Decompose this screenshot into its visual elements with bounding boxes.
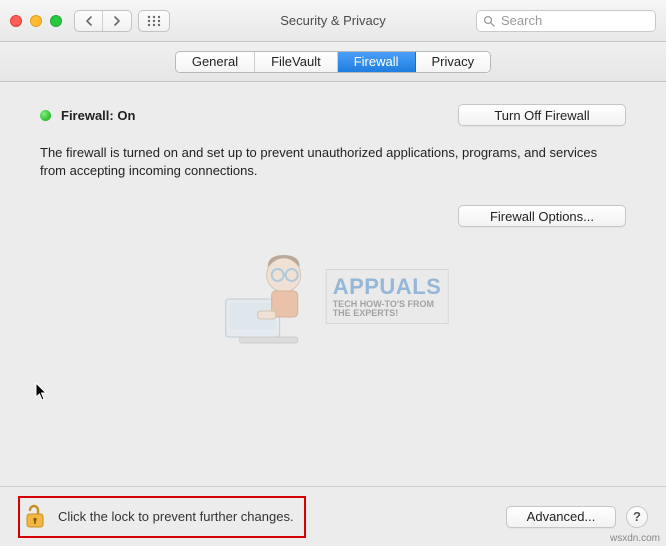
tab-filevault[interactable]: FileVault bbox=[255, 52, 338, 72]
tab-bar: General FileVault Firewall Privacy bbox=[0, 42, 666, 82]
back-button[interactable] bbox=[75, 11, 103, 31]
watermark-mascot-icon bbox=[218, 241, 318, 351]
turn-off-firewall-button[interactable]: Turn Off Firewall bbox=[458, 104, 626, 126]
firewall-options-button[interactable]: Firewall Options... bbox=[458, 205, 626, 227]
grid-icon bbox=[147, 15, 161, 27]
close-window-button[interactable] bbox=[10, 15, 22, 27]
search-icon bbox=[483, 15, 495, 27]
window-controls bbox=[10, 15, 62, 27]
tab-firewall[interactable]: Firewall bbox=[338, 52, 416, 72]
watermark: APPUALS TECH HOW-TO'S FROM THE EXPERTS! bbox=[218, 241, 449, 351]
chevron-right-icon bbox=[113, 16, 121, 26]
advanced-button[interactable]: Advanced... bbox=[506, 506, 616, 528]
tab-general[interactable]: General bbox=[176, 52, 255, 72]
titlebar: Security & Privacy bbox=[0, 0, 666, 42]
forward-button[interactable] bbox=[103, 11, 131, 31]
watermark-sub2: THE EXPERTS! bbox=[333, 309, 399, 318]
chevron-left-icon bbox=[85, 16, 93, 26]
show-all-button[interactable] bbox=[138, 10, 170, 32]
zoom-window-button[interactable] bbox=[50, 15, 62, 27]
firewall-description: The firewall is turned on and set up to … bbox=[40, 144, 600, 179]
status-indicator-icon bbox=[40, 110, 51, 121]
content-area: Firewall: On Turn Off Firewall The firew… bbox=[0, 82, 666, 486]
lock-text: Click the lock to prevent further change… bbox=[58, 509, 294, 524]
help-button[interactable]: ? bbox=[626, 506, 648, 528]
tabs: General FileVault Firewall Privacy bbox=[175, 51, 491, 73]
preferences-window: Security & Privacy General FileVault Fir… bbox=[0, 0, 666, 546]
minimize-window-button[interactable] bbox=[30, 15, 42, 27]
watermark-title: APPUALS bbox=[333, 274, 442, 300]
nav-back-forward bbox=[74, 10, 132, 32]
tab-privacy[interactable]: Privacy bbox=[416, 52, 491, 72]
watermark-sub1: TECH HOW-TO'S FROM bbox=[333, 300, 434, 309]
lock-area[interactable]: Click the lock to prevent further change… bbox=[18, 496, 306, 538]
search-input[interactable] bbox=[501, 13, 649, 28]
firewall-status-row: Firewall: On Turn Off Firewall bbox=[40, 104, 626, 126]
search-field[interactable] bbox=[476, 10, 656, 32]
site-credit: wsxdn.com bbox=[610, 533, 660, 544]
cursor-icon bbox=[35, 382, 49, 402]
footer: Click the lock to prevent further change… bbox=[0, 486, 666, 546]
firewall-status-label: Firewall: On bbox=[61, 108, 135, 123]
lock-open-icon bbox=[24, 504, 46, 530]
